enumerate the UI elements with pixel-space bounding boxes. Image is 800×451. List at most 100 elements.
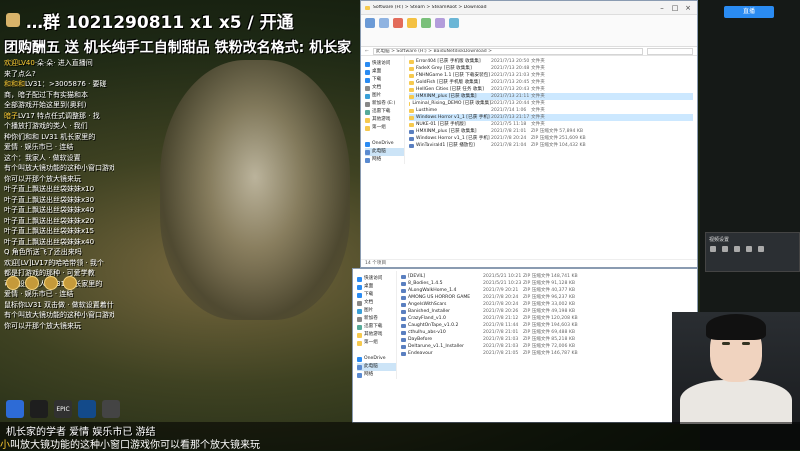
epic-games-icon[interactable]: EPIC <box>54 400 72 418</box>
gift-icon <box>63 276 77 290</box>
nav-item[interactable]: 快速访问 <box>365 60 404 68</box>
file-row[interactable]: AMONG US HORROR GAME 2021/7/8 20:24 ZIP 压缩… <box>401 294 693 301</box>
panel-icon[interactable] <box>734 246 740 252</box>
file-row[interactable]: Windows Horror v1_1 [已获 手机] 2021/7/13 21:… <box>409 114 693 121</box>
file-explorer-window-top[interactable]: Software (H:) > Steam > SteamRoot > Down… <box>360 0 698 268</box>
file-name: NUKE-01 [已获 手机版] <box>416 122 466 127</box>
file-date: 2021/7/13 21:03 <box>491 73 530 78</box>
nav-icon <box>365 117 370 123</box>
nav-item[interactable]: 迅雷下载 <box>365 108 404 116</box>
file-row[interactable]: Lusthime 2021/7/14 1:06 文件夹 <box>409 107 693 114</box>
file-size: 104,432 KB <box>559 143 586 148</box>
minimize-button[interactable]: – <box>657 4 667 12</box>
nav-item[interactable]: 迅雷下载 <box>357 323 396 331</box>
ribbon-icon[interactable] <box>435 18 445 28</box>
file-row[interactable]: 8_Bodies_1.4.5 2021/5/21 10:23 ZIP 压缩文件 91,… <box>401 280 693 287</box>
file-row[interactable]: WinTavirald1 [已获 播放包] 2021/7/8 21:04 ZIP 压… <box>409 142 693 149</box>
nav-item[interactable]: 此电脑 <box>357 363 396 371</box>
app-icon[interactable] <box>78 400 96 418</box>
file-size: 148,741 KB <box>551 274 578 279</box>
file-row[interactable]: FadeX Grey [已获 收集集] 2021/7/13 20:48 文件夹 <box>409 65 693 72</box>
close-button[interactable]: × <box>683 4 693 12</box>
file-type: ZIP 压缩文件 <box>523 344 551 349</box>
chat-username: 欢迎LV40 <box>4 59 35 67</box>
address-path[interactable]: 此电脑 > Software (H:) > BaiduNetdiskDownlo… <box>372 47 643 55</box>
panel-icon[interactable] <box>710 246 716 252</box>
nav-item[interactable]: 此电脑 <box>365 148 404 156</box>
nav-item[interactable]: 桌面 <box>365 68 404 76</box>
nav-item[interactable]: 快速访问 <box>357 275 396 283</box>
chat-message: 来了点么? <box>4 69 114 80</box>
delete-icon[interactable] <box>393 18 403 28</box>
nav-item[interactable]: 文档 <box>357 299 396 307</box>
nav-item[interactable]: 其他游戏 <box>365 116 404 124</box>
panel-icon[interactable] <box>722 246 728 252</box>
file-date: 2021/5/21 10:23 <box>483 281 522 286</box>
nav-icon <box>365 77 370 83</box>
nav-item[interactable]: 新加卷 <box>357 315 396 323</box>
panel-icon[interactable] <box>758 246 764 252</box>
file-row[interactable]: Error404 [已获 手机版 收集集] 2021/7/13 20:50 文件夹 <box>409 58 693 65</box>
nav-item[interactable]: 桌面 <box>357 283 396 291</box>
ribbon-icon[interactable] <box>365 18 375 28</box>
file-row[interactable]: CaughtOnTape_v1.0.2 2021/7/8 11:44 ZIP 压缩文… <box>401 322 693 329</box>
window-titlebar[interactable]: Software (H:) > Steam > SteamRoot > Down… <box>361 1 697 15</box>
file-row[interactable]: Endeavour 2021/7/8 21:05 ZIP 压缩文件 146,787 K… <box>401 350 693 357</box>
file-row[interactable]: NUKE-01 [已获 手机版] 2021/7/5 11:18 文件夹 <box>409 121 693 128</box>
file-row[interactable]: HellGen Cities [已获 任务 收集] 2021/7/13 20:43… <box>409 86 693 93</box>
nav-item[interactable]: OneDrive <box>365 140 404 148</box>
file-type: ZIP 压缩文件 <box>523 309 551 314</box>
nav-item[interactable]: 文档 <box>365 84 404 92</box>
file-row[interactable]: Liminal_Rising_DEMO [已获 收集集] 2021/7/13 20… <box>409 100 693 107</box>
app-icon[interactable] <box>6 400 24 418</box>
file-row[interactable]: GoldFish [已获 手机版 收集集] 2021/7/13 20:45 文件夹 <box>409 79 693 86</box>
file-row[interactable]: ALongWalkHome_1.4 2021/7/9 20:21 ZIP 压缩文件 4… <box>401 287 693 294</box>
live-button[interactable]: 直播 <box>724 6 774 18</box>
file-row[interactable]: DayBefore 2021/7/8 21:03 ZIP 压缩文件 85,218 KB <box>401 336 693 343</box>
file-row[interactable]: cthulhu_abs-v10 2021/7/8 21:01 ZIP 压缩文件 69,… <box>401 329 693 336</box>
nav-item[interactable]: 新加卷 (E:) <box>365 100 404 108</box>
nav-item[interactable]: 第一组 <box>357 339 396 347</box>
nav-item[interactable] <box>357 347 396 355</box>
folder-icon <box>409 122 414 127</box>
nav-item[interactable]: 网络 <box>357 371 396 379</box>
nav-item[interactable]: 下载 <box>365 76 404 84</box>
file-type: ZIP 压缩文件 <box>523 323 551 328</box>
nav-item[interactable]: OneDrive <box>357 355 396 363</box>
file-name-cell: Deltarune_v1.1_Installer <box>401 343 483 350</box>
maximize-button[interactable]: □ <box>670 4 680 12</box>
chat-text: 叶子直上飘送出丝袋妹妹x30 <box>4 195 95 204</box>
file-explorer-window-bottom[interactable]: 快速访问 桌面 下载 文档 图片 新加卷 迅雷下载 其他游戏 第一组 OneDrive 此电脑 网络 … <box>352 268 698 423</box>
panel-icon[interactable] <box>746 246 752 252</box>
file-row[interactable]: Deltarune_v1.1_Installer 2021/7/8 21:03 ZI… <box>401 343 693 350</box>
zip-file-icon <box>401 288 406 293</box>
file-row[interactable]: AngelsWithScars 2021/7/8 20:24 ZIP 压缩文件 33,… <box>401 301 693 308</box>
file-row[interactable]: HMXINM_plus [已获 收集集] 2021/7/8 21:01 ZIP 压缩… <box>409 128 693 135</box>
nav-item[interactable]: 网络 <box>365 156 404 164</box>
search-input[interactable] <box>647 47 693 55</box>
ribbon-icon[interactable] <box>421 18 431 28</box>
file-row[interactable]: [DEVIL] 2021/5/21 10:21 ZIP 压缩文件 148,741 KB <box>401 273 693 280</box>
file-row[interactable]: FNHNGame 1.1 [已获 下载安装包] 2021/7/13 21:03 文件… <box>409 72 693 79</box>
nav-item[interactable]: 其他游戏 <box>357 331 396 339</box>
nav-item[interactable]: 第一组 <box>365 124 404 132</box>
window-title: Software (H:) > Steam > SteamRoot > Down… <box>373 5 487 10</box>
file-row[interactable]: HMXINM_plus [已获 收集集] 2021/7/13 21:11 文件夹 <box>409 93 693 100</box>
new-folder-icon[interactable] <box>407 18 417 28</box>
nav-item[interactable] <box>365 132 404 140</box>
nav-icon <box>365 141 370 147</box>
nav-item[interactable]: 下载 <box>357 291 396 299</box>
nav-icon <box>365 69 370 75</box>
file-name-cell: cthulhu_abs-v10 <box>401 329 483 336</box>
ribbon-icon[interactable] <box>449 18 459 28</box>
back-icon[interactable]: ← <box>365 49 369 54</box>
file-row[interactable]: Banished_Installer 2021/7/8 20:26 ZIP 压缩文件… <box>401 308 693 315</box>
app-icon[interactable] <box>30 400 48 418</box>
app-icon[interactable] <box>102 400 120 418</box>
nav-item[interactable]: 图片 <box>357 307 396 315</box>
file-name-cell: Windows Horror v1_1 [已获 手机] <box>409 114 491 121</box>
ribbon-icon[interactable] <box>379 18 389 28</box>
file-row[interactable]: Windows Horror v1_1 [已获 手机] 2021/7/8 20:2… <box>409 135 693 142</box>
file-row[interactable]: CrazyFland_v1.0 2021/7/8 21:12 ZIP 压缩文件 120… <box>401 315 693 322</box>
nav-item[interactable]: 图片 <box>365 92 404 100</box>
